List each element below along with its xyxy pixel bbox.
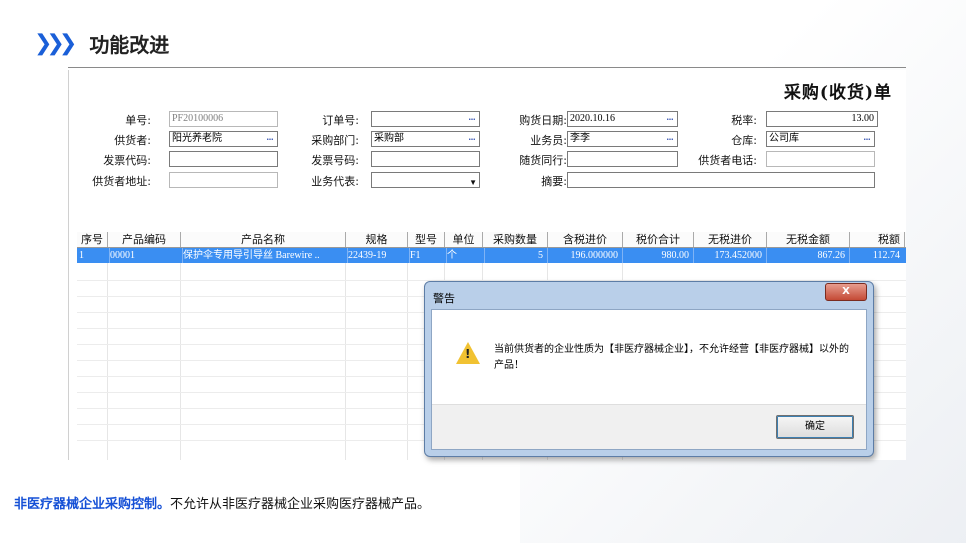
order-no-label: 单号: <box>125 114 151 127</box>
slide-header: ❯❯❯ 功能改进 <box>34 26 169 60</box>
table-cell: F1 <box>408 248 447 263</box>
column-header[interactable]: 无税进价 <box>694 232 767 247</box>
department-field[interactable]: 采购部... <box>371 131 480 147</box>
warehouse-field[interactable]: 公司库... <box>766 131 875 147</box>
chevron-down-icon[interactable]: ▼ <box>469 176 477 187</box>
column-header[interactable]: 单位 <box>445 232 483 247</box>
table-cell: 112.74 <box>872 250 900 261</box>
tax-rate-label: 税率: <box>731 114 757 127</box>
lookup-icon[interactable]: ... <box>664 133 676 145</box>
table-cell: 867.26 <box>767 248 850 263</box>
salesperson-value: 李李 <box>570 133 590 144</box>
grid-line <box>407 263 408 460</box>
table-cell: 196.000000 <box>548 248 623 263</box>
warehouse-label: 仓库: <box>731 134 757 147</box>
dialog-message: 当前供货者的企业性质为【非医疗器械企业】，不允许经营【非医疗器械】以外的产品！ <box>494 344 849 371</box>
table-cell: 个 <box>445 248 485 263</box>
column-header[interactable]: 含税进价 <box>548 232 623 247</box>
slide-title: 功能改进 <box>89 32 170 57</box>
column-header[interactable]: 无税金额 <box>767 232 850 247</box>
supplier-field[interactable]: 阳光养老院... <box>169 131 278 147</box>
lookup-icon[interactable]: ... <box>861 133 873 145</box>
supplier-phone-label: 供货者电话: <box>698 154 757 167</box>
column-header[interactable]: 序号 <box>77 232 108 247</box>
salesperson-field[interactable]: 李李... <box>567 131 678 147</box>
business-rep-label: 业务代表: <box>311 175 359 188</box>
header-divider <box>68 67 906 68</box>
warning-icon-mark: ! <box>465 347 471 361</box>
tax-rate-field[interactable]: 13.00 <box>766 111 878 127</box>
companion-field[interactable] <box>567 151 678 167</box>
lookup-icon[interactable]: ... <box>466 133 478 145</box>
table-cell: 00001 <box>108 248 183 263</box>
close-button[interactable]: X <box>825 283 867 301</box>
supplier-address-field[interactable] <box>169 172 278 188</box>
warning-dialog: 警告 X ! 当前供货者的企业性质为【非医疗器械企业】，不允许经营【非医疗器械】… <box>424 281 874 457</box>
column-header[interactable]: 采购数量 <box>483 232 548 247</box>
po-no-field[interactable]: ... <box>371 111 480 127</box>
warehouse-value: 公司库 <box>769 133 799 144</box>
ok-button[interactable]: 确定 <box>776 415 854 439</box>
column-header[interactable]: 税额 <box>850 232 905 247</box>
dialog-title: 警告 <box>433 292 455 305</box>
table-cell: 1 <box>77 248 110 263</box>
salesperson-label: 业务员: <box>530 134 567 147</box>
business-rep-select[interactable]: ▼ <box>371 172 480 188</box>
dialog-body: ! 当前供货者的企业性质为【非医疗器械企业】，不允许经营【非医疗器械】以外的产品… <box>431 309 867 450</box>
table-cell: 5 <box>483 248 548 263</box>
column-header[interactable]: 税价合计 <box>623 232 694 247</box>
purchase-date-field[interactable]: 2020.10.16... <box>567 111 678 127</box>
form-title: 采购(收货)单 <box>783 83 892 103</box>
summary-label: 摘要: <box>541 175 567 188</box>
table-cell: 980.00 <box>623 248 694 263</box>
table-cell: 22439-19 <box>346 248 410 263</box>
table-row[interactable]: 1 00001 保护伞专用导引导丝 Barewire .. 22439-19 F… <box>77 248 906 263</box>
chevrons-icon: ❯❯❯ <box>34 30 77 56</box>
dialog-footer: 确定 <box>432 404 866 449</box>
calendar-icon[interactable]: ... <box>664 113 676 125</box>
slide-caption: 非医疗器械企业采购控制。不允许从非医疗器械企业采购医疗器械产品。 <box>14 493 430 512</box>
supplier-label: 供货者: <box>114 134 151 147</box>
caption-bold: 非医疗器械企业采购控制。 <box>14 497 171 512</box>
invoice-code-field[interactable] <box>169 151 278 167</box>
column-header[interactable]: 产品名称 <box>181 232 346 247</box>
summary-field[interactable] <box>567 172 875 188</box>
grid-line <box>107 263 108 460</box>
department-label: 采购部门: <box>311 134 359 147</box>
lookup-icon[interactable]: ... <box>466 113 478 125</box>
table-cell: 173.452000 <box>694 248 767 263</box>
column-header[interactable]: 规格 <box>346 232 408 247</box>
column-header[interactable]: 型号 <box>408 232 445 247</box>
supplier-phone-field[interactable] <box>766 151 875 167</box>
order-no-field[interactable]: PF20100006 <box>169 111 278 127</box>
supplier-address-label: 供货者地址: <box>92 175 151 188</box>
caption-text: 不允许从非医疗器械企业采购医疗器械产品。 <box>170 497 431 512</box>
grid-header: 序号 产品编码 产品名称 规格 型号 单位 采购数量 含税进价 税价合计 无税进… <box>77 232 906 248</box>
supplier-value: 阳光养老院 <box>172 133 222 144</box>
po-no-label: 订单号: <box>322 114 359 127</box>
column-header[interactable]: 产品编码 <box>108 232 181 247</box>
invoice-no-field[interactable] <box>371 151 480 167</box>
purchase-date-value: 2020.10.16 <box>570 113 615 124</box>
purchase-date-label: 购货日期: <box>519 114 567 127</box>
grid-line <box>345 263 346 460</box>
grid-line <box>180 263 181 460</box>
department-value: 采购部 <box>374 133 404 144</box>
invoice-code-label: 发票代码: <box>103 154 151 167</box>
companion-label: 随货同行: <box>519 154 567 167</box>
lookup-icon[interactable]: ... <box>264 133 276 145</box>
table-cell: 保护伞专用导引导丝 Barewire .. <box>181 248 348 263</box>
invoice-no-label: 发票号码: <box>311 154 359 167</box>
